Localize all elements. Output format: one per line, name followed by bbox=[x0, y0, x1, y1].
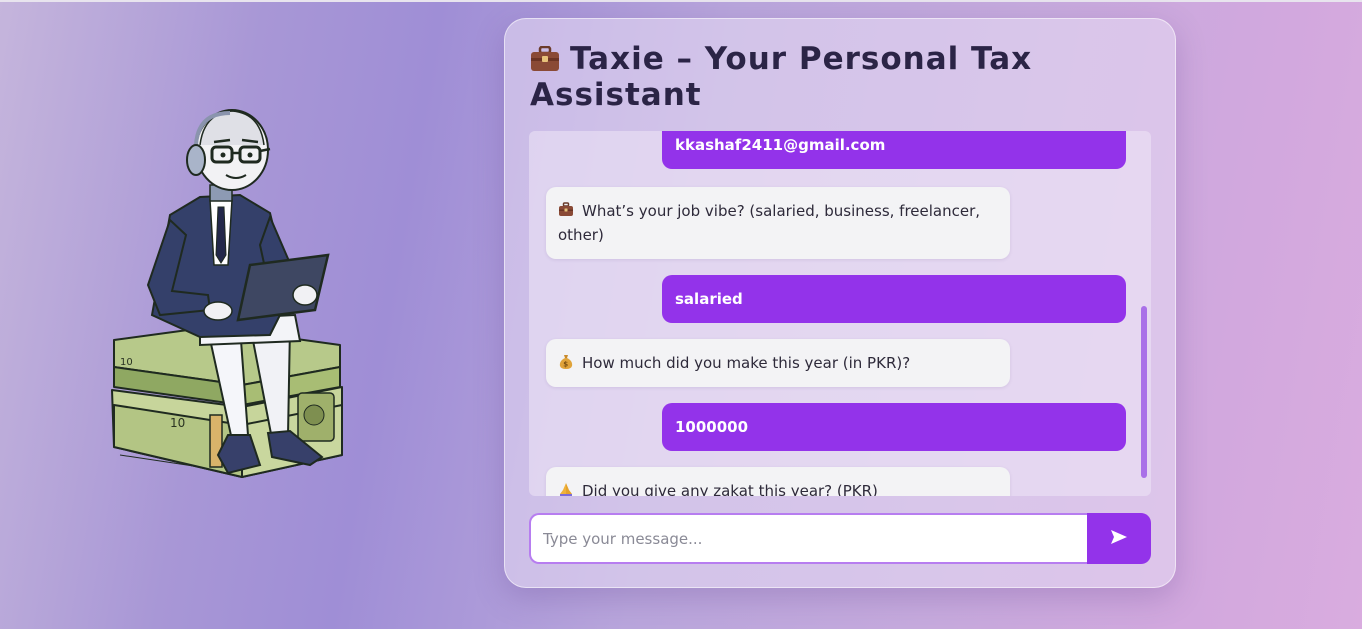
praying-hands-icon bbox=[558, 481, 574, 496]
message-text: Did you give any zakat this year? (PKR) bbox=[582, 482, 878, 496]
briefcase-icon bbox=[558, 201, 574, 217]
briefcase-icon bbox=[530, 44, 560, 71]
chat-messages[interactable]: kkashaf2411@gmail.com What’s your job vi… bbox=[529, 131, 1151, 496]
chat-card: Taxie – Your Personal Tax Assistant kkas… bbox=[504, 18, 1176, 588]
user-message: 1000000 bbox=[662, 403, 1126, 451]
bot-message: Did you give any zakat this year? (PKR) bbox=[546, 467, 1010, 496]
message-text: How much did you make this year (in PKR)… bbox=[582, 354, 911, 372]
bot-message: What’s your job vibe? (salaried, busines… bbox=[546, 187, 1010, 259]
message-input[interactable] bbox=[529, 513, 1087, 564]
user-message: kkashaf2411@gmail.com bbox=[662, 131, 1126, 169]
composer bbox=[529, 513, 1151, 564]
svg-text:$: $ bbox=[563, 361, 568, 369]
user-message: salaried bbox=[662, 275, 1126, 323]
message-text: salaried bbox=[675, 290, 743, 308]
message-text: What’s your job vibe? (salaried, busines… bbox=[558, 202, 981, 244]
bot-message: $ How much did you make this year (in PK… bbox=[546, 339, 1010, 387]
top-border bbox=[0, 0, 1362, 2]
money-bag-icon: $ bbox=[558, 353, 574, 369]
send-button[interactable] bbox=[1087, 513, 1151, 564]
send-arrow-icon bbox=[1110, 529, 1128, 548]
robot-on-money-illustration: 10 10 bbox=[100, 105, 355, 495]
scrollbar[interactable] bbox=[1141, 306, 1147, 478]
message-text: kkashaf2411@gmail.com bbox=[675, 136, 886, 154]
svg-text:10: 10 bbox=[170, 416, 185, 430]
page-title: Taxie – Your Personal Tax Assistant bbox=[530, 41, 1090, 113]
message-text: 1000000 bbox=[675, 418, 749, 436]
title-text: Taxie – Your Personal Tax Assistant bbox=[530, 41, 1033, 113]
svg-text:10: 10 bbox=[120, 357, 133, 368]
